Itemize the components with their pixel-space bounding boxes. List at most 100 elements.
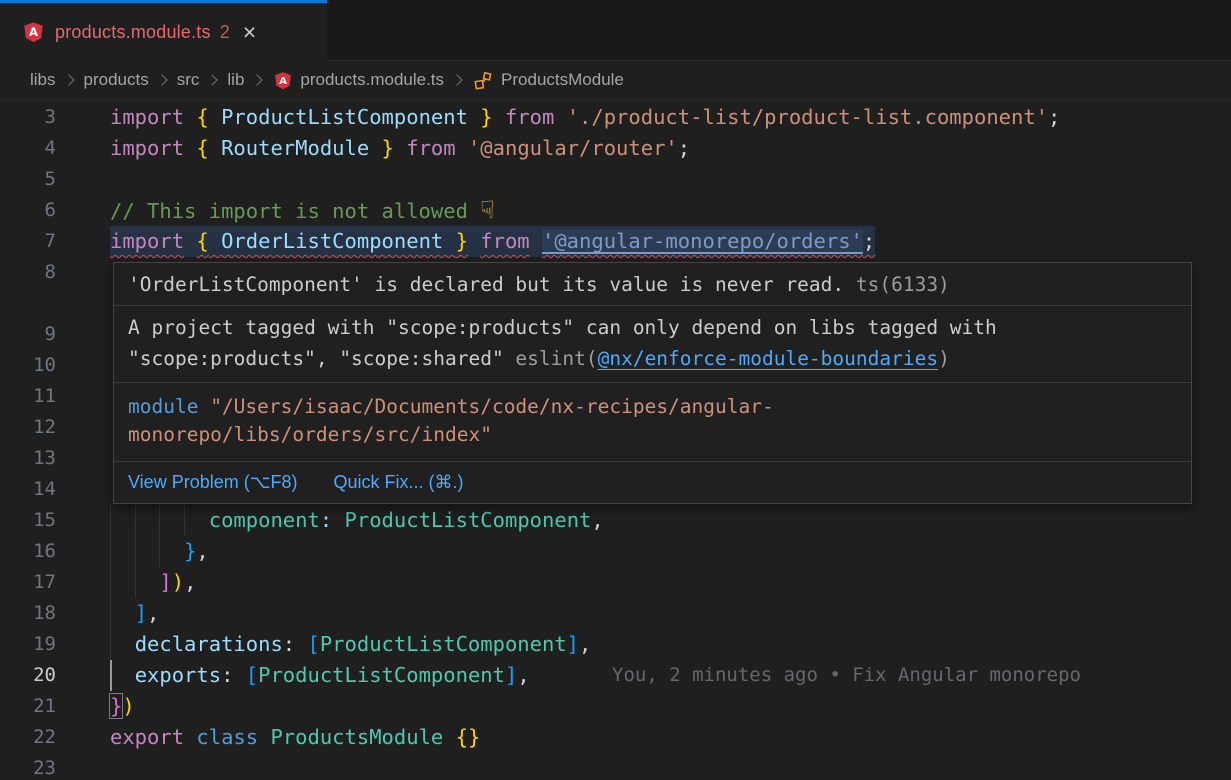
code-text-error: import { OrderListComponent } from '@ang…: [110, 226, 875, 257]
line-number[interactable]: 11: [0, 381, 56, 412]
svg-text:A: A: [29, 25, 39, 39]
code-editor[interactable]: 3import { ProductListComponent } from '.…: [0, 100, 1231, 780]
code-token: RouterModule: [209, 136, 382, 160]
code-token: [493, 105, 505, 129]
symbol-class-icon: [474, 71, 493, 90]
tab-products-module[interactable]: A products.module.ts 2 ×: [0, 0, 327, 61]
line-number[interactable]: 16: [0, 536, 56, 567]
code-token: ProductListComponent: [258, 663, 505, 687]
module-path-text1: "/Users/isaac/Documents/code/nx-recipes/…: [198, 395, 773, 418]
code-token: export: [110, 725, 184, 749]
code-token: ]: [159, 570, 171, 594]
line-number[interactable]: 19: [0, 629, 56, 660]
line-number[interactable]: 4: [0, 133, 56, 164]
ts-diagnostic-text: 'OrderListComponent' is declared but its…: [128, 273, 844, 296]
breadcrumb-item-src[interactable]: src: [177, 70, 200, 90]
code-token: :: [283, 632, 295, 656]
chevron-right-icon: [451, 74, 462, 85]
code-line[interactable]: 22 export class ProductsModule {}: [0, 722, 1231, 753]
code-token: }: [456, 229, 468, 253]
line-number[interactable]: 6: [0, 195, 56, 226]
code-token: [184, 136, 196, 160]
code-line[interactable]: 6// This import is not allowed ☟: [0, 195, 1231, 226]
code-token: [332, 508, 344, 532]
line-number[interactable]: 15: [0, 505, 56, 536]
code-token: [233, 663, 245, 687]
code-token: ;: [1048, 105, 1060, 129]
code-token: declarations: [135, 632, 283, 656]
line-number[interactable]: 13: [0, 443, 56, 474]
code-line[interactable]: 15 component: ProductListComponent,: [0, 505, 1231, 536]
eslint-message-line2: "scope:products", "scope:shared" eslint(…: [128, 343, 1177, 374]
breadcrumb-item-lib[interactable]: lib: [227, 70, 244, 90]
line-number[interactable]: 10: [0, 350, 56, 381]
line-number[interactable]: 14: [0, 474, 56, 505]
code-line[interactable]: 18 ],: [0, 598, 1231, 629]
module-specifier-link[interactable]: '@angular-monorepo/orders': [542, 229, 863, 253]
code-line[interactable]: 23: [0, 753, 1231, 780]
module-path-text2: monorepo/libs/orders/src/index": [128, 421, 1177, 449]
code-line[interactable]: 21}): [0, 691, 1231, 722]
line-number[interactable]: 3: [0, 102, 56, 133]
module-path-block: module "/Users/isaac/Documents/code/nx-r…: [114, 383, 1191, 461]
line-number[interactable]: 20: [0, 660, 56, 691]
angular-icon: A: [23, 21, 44, 43]
code-token: {: [196, 105, 208, 129]
breadcrumb-item-file[interactable]: products.module.ts: [300, 70, 444, 90]
code-line[interactable]: 20 exports: [ProductListComponent],You, …: [0, 660, 1231, 691]
code-token: [110, 632, 135, 656]
line-number[interactable]: 22: [0, 722, 56, 753]
code-line[interactable]: 4 import { RouterModule } from '@angular/…: [0, 133, 1231, 164]
code-line[interactable]: 5: [0, 164, 1231, 195]
quick-fix-action[interactable]: Quick Fix... (⌘.): [333, 472, 463, 493]
line-number[interactable]: 18: [0, 598, 56, 629]
line-number[interactable]: 23: [0, 753, 56, 780]
code-token: [110, 663, 135, 687]
code-token: ,: [184, 570, 196, 594]
code-token: ,: [579, 632, 591, 656]
code-token: :: [221, 663, 233, 687]
line-number[interactable]: 8: [0, 257, 56, 288]
close-icon[interactable]: ×: [243, 22, 256, 42]
code-token: [: [307, 632, 319, 656]
code-text: ]),: [110, 567, 196, 598]
line-number[interactable]: 12: [0, 412, 56, 443]
code-token: ProductListComponent: [209, 105, 481, 129]
code-line[interactable]: 16 },: [0, 536, 1231, 567]
code-token: {}: [456, 725, 481, 749]
line-number[interactable]: 5: [0, 164, 56, 195]
pointing-down-icon: ☟: [480, 196, 494, 224]
code-token: class: [196, 725, 258, 749]
breadcrumb-item-products[interactable]: products: [84, 70, 149, 90]
line-number[interactable]: 21: [0, 691, 56, 722]
code-line[interactable]: 19 declarations: [ProductListComponent],: [0, 629, 1231, 660]
line-number[interactable]: 9: [0, 319, 56, 350]
code-text: ],: [110, 598, 159, 629]
code-token: {: [196, 229, 208, 253]
code-token: ,: [517, 663, 529, 687]
breadcrumb-item-symbol[interactable]: ProductsModule: [501, 70, 624, 90]
code-token: ,: [147, 601, 159, 625]
code-line[interactable]: 7 import { OrderListComponent } from '@an…: [0, 226, 1231, 257]
code-token: ProductsModule: [270, 725, 443, 749]
code-token: }: [184, 539, 196, 563]
line-number[interactable]: 17: [0, 567, 56, 598]
view-problem-action[interactable]: View Problem (⌥F8): [128, 472, 297, 493]
eslint-rule-link[interactable]: @nx/enforce-module-boundaries: [598, 347, 938, 370]
code-line[interactable]: 17 ]),: [0, 567, 1231, 598]
code-text: import { RouterModule } from '@angular/r…: [110, 133, 690, 164]
code-token: import: [110, 105, 184, 129]
breadcrumb-item-libs[interactable]: libs: [30, 70, 56, 90]
code-token: ): [122, 694, 134, 718]
code-token: [468, 229, 480, 253]
code-line[interactable]: 3import { ProductListComponent } from '.…: [0, 102, 1231, 133]
code-token: {: [196, 136, 208, 160]
code-token: [295, 632, 307, 656]
code-token: [184, 229, 196, 253]
code-token: [110, 539, 184, 563]
code-token: ,: [196, 539, 208, 563]
code-token: OrderListComponent: [209, 229, 456, 253]
line-number[interactable]: 7: [0, 226, 56, 257]
chevron-right-icon: [63, 74, 74, 85]
module-keyword: module: [128, 395, 198, 418]
